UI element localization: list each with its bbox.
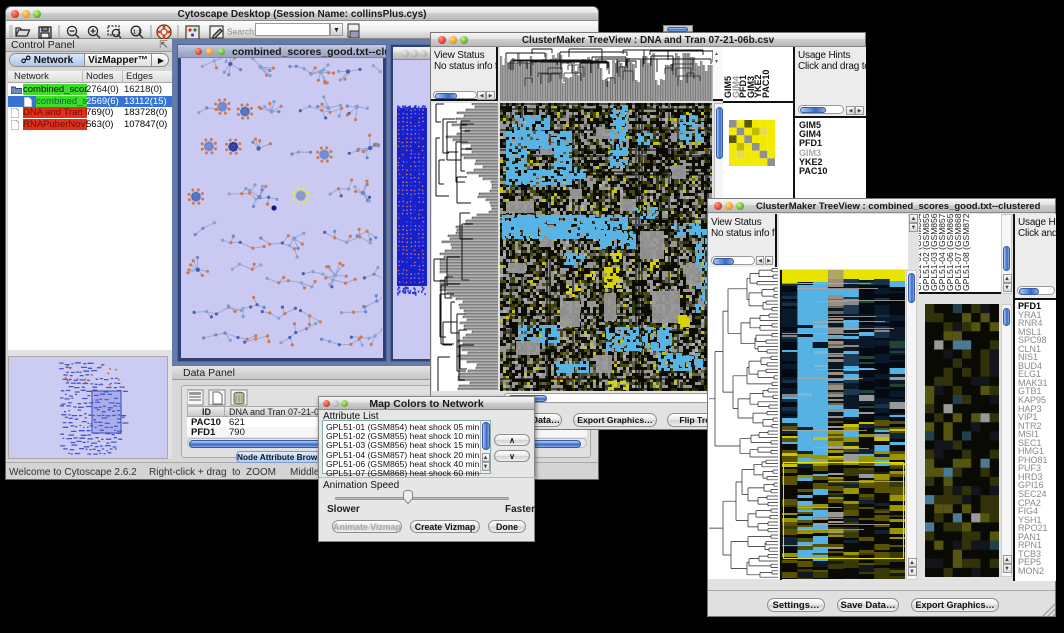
svg-text:Search:: Search:: [227, 27, 256, 37]
svg-text:1:1: 1:1: [133, 30, 141, 36]
